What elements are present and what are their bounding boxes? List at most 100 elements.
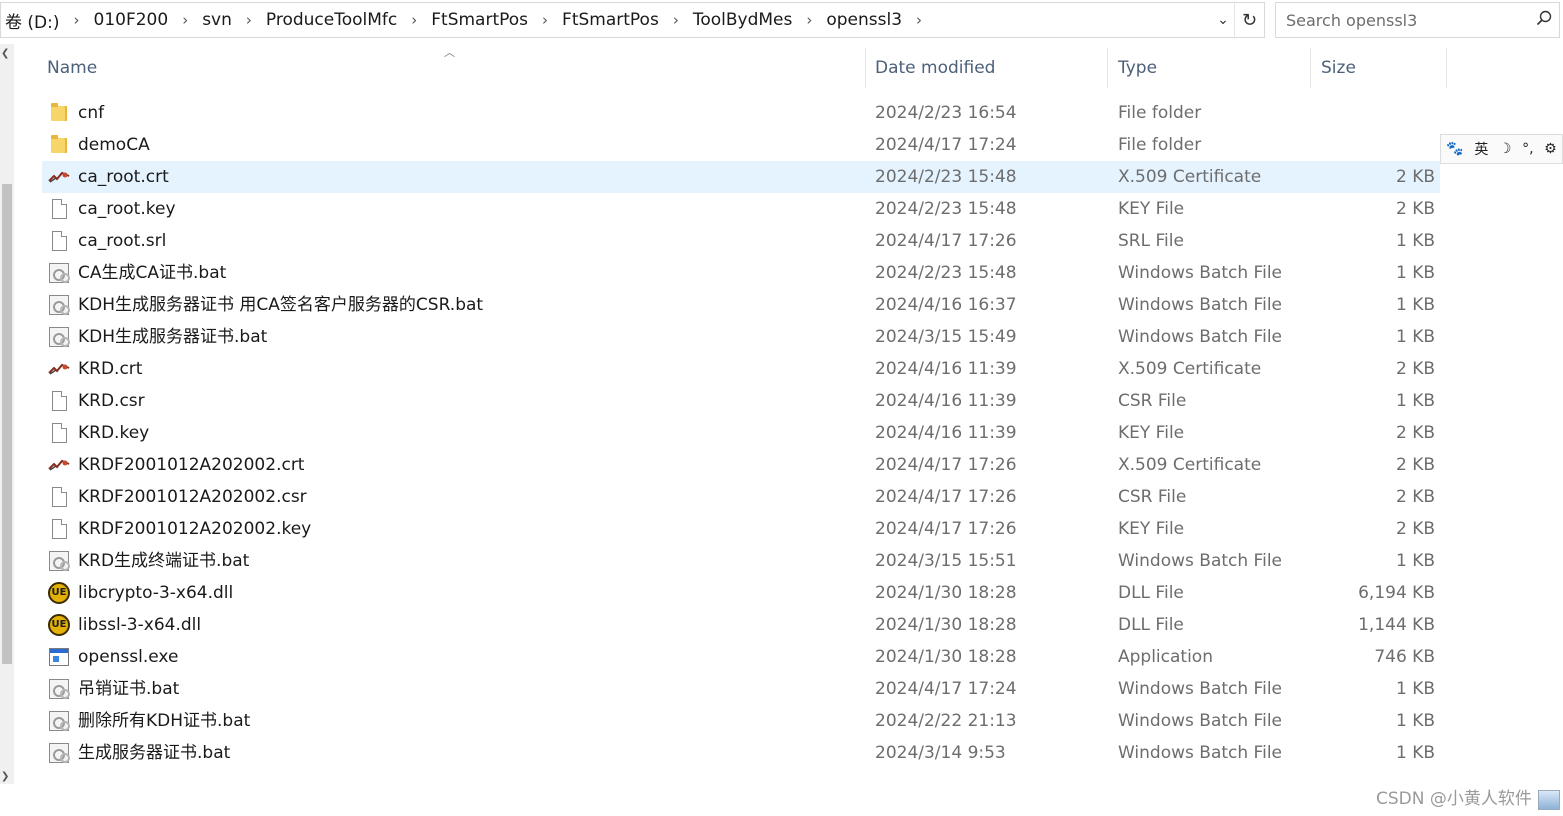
file-row[interactable]: KRDF2001012A202002.crt 2024/4/17 17:26 X.5… bbox=[42, 449, 1440, 481]
punctuation-icon[interactable]: °, bbox=[1522, 141, 1533, 157]
batch-file-icon bbox=[48, 257, 70, 289]
breadcrumb-chevron-right-icon[interactable]: › bbox=[796, 11, 822, 29]
file-name: KDH生成服务器证书.bat bbox=[78, 327, 268, 347]
file-type: Windows Batch File bbox=[1118, 551, 1283, 571]
breadcrumb-item[interactable]: 010F200 bbox=[90, 10, 173, 30]
file-type: DLL File bbox=[1118, 583, 1184, 603]
settings-gear-icon[interactable]: ⚙ bbox=[1544, 141, 1557, 157]
file-row[interactable]: KRD.csr 2024/4/16 11:39 CSR File 1 KB bbox=[42, 385, 1440, 417]
file-icon bbox=[48, 417, 70, 449]
file-date-modified: 2024/4/16 16:37 bbox=[875, 295, 1017, 315]
file-row[interactable]: KDH生成服务器证书 用CA签名客户服务器的CSR.bat 2024/4/16 1… bbox=[42, 289, 1440, 321]
ime-toolbar[interactable]: 🐾 英 ☽ °, ⚙ bbox=[1440, 134, 1563, 164]
column-divider[interactable] bbox=[1310, 48, 1311, 88]
folder-icon bbox=[48, 129, 70, 161]
file-row[interactable]: KRDF2001012A202002.key 2024/4/17 17:26 KEY… bbox=[42, 513, 1440, 545]
file-date-modified: 2024/2/22 21:13 bbox=[875, 711, 1017, 731]
file-row[interactable]: KRD.key 2024/4/16 11:39 KEY File 2 KB bbox=[42, 417, 1440, 449]
search-icon[interactable] bbox=[1529, 10, 1559, 30]
file-size: 1 KB bbox=[1395, 263, 1435, 283]
file-type: Windows Batch File bbox=[1118, 679, 1283, 699]
file-icon bbox=[48, 481, 70, 513]
file-row[interactable]: openssl.exe 2024/1/30 18:28 Application 746… bbox=[42, 641, 1440, 673]
file-row[interactable]: KRD.crt 2024/4/16 11:39 X.509 Certificate 2… bbox=[42, 353, 1440, 385]
ue-dll-icon: UE bbox=[48, 609, 70, 641]
file-size: 746 KB bbox=[1374, 647, 1435, 667]
file-type: X.509 Certificate bbox=[1118, 359, 1262, 379]
breadcrumb-item[interactable]: 卷 (D:) bbox=[1, 8, 64, 33]
breadcrumb-chevron-right-icon[interactable]: › bbox=[663, 11, 689, 29]
file-type: CSR File bbox=[1118, 391, 1187, 411]
breadcrumb-item[interactable]: ProduceToolMfc bbox=[262, 10, 401, 30]
scrollbar-thumb[interactable] bbox=[2, 184, 12, 664]
breadcrumb-item[interactable]: svn bbox=[198, 10, 236, 30]
batch-file-icon bbox=[48, 289, 70, 321]
breadcrumb-chevron-right-icon[interactable]: › bbox=[401, 11, 427, 29]
file-row[interactable]: ca_root.srl 2024/4/17 17:26 SRL File 1 KB bbox=[42, 225, 1440, 257]
column-header-name[interactable]: Name bbox=[40, 48, 97, 88]
paw-logo-icon[interactable]: 🐾 bbox=[1446, 141, 1463, 157]
breadcrumb-item[interactable]: FtSmartPos bbox=[427, 10, 532, 30]
file-row[interactable]: cnf 2024/2/23 16:54 File folder bbox=[42, 97, 1440, 129]
file-name: KDH生成服务器证书 用CA签名客户服务器的CSR.bat bbox=[78, 295, 484, 315]
address-bar[interactable]: 卷 (D:) › 010F200 › svn › ProduceToolMfc › FtSmar… bbox=[0, 2, 1265, 38]
file-row[interactable]: ca_root.crt 2024/2/23 15:48 X.509 Certific… bbox=[42, 161, 1440, 193]
breadcrumb-item[interactable]: openssl3 bbox=[822, 10, 906, 30]
file-name: 删除所有KDH证书.bat bbox=[78, 711, 251, 731]
file-type: X.509 Certificate bbox=[1118, 455, 1262, 475]
batch-file-icon bbox=[48, 545, 70, 577]
file-row[interactable]: KRDF2001012A202002.csr 2024/4/17 17:26 CSR… bbox=[42, 481, 1440, 513]
refresh-icon[interactable]: ↻ bbox=[1234, 3, 1264, 37]
file-date-modified: 2024/4/17 17:26 bbox=[875, 487, 1017, 507]
file-row[interactable]: UE libssl-3-x64.dll 2024/1/30 18:28 DLL Fil… bbox=[42, 609, 1440, 641]
breadcrumb-item[interactable]: ToolBydMes bbox=[689, 10, 797, 30]
scroll-up-icon[interactable]: ❮ bbox=[1, 48, 9, 59]
file-row[interactable]: demoCA 2024/4/17 17:24 File folder bbox=[42, 129, 1440, 161]
search-input[interactable] bbox=[1286, 10, 1529, 30]
file-size: 2 KB bbox=[1395, 455, 1435, 475]
column-divider[interactable] bbox=[865, 48, 866, 88]
file-row[interactable]: 吊销证书.bat 2024/4/17 17:24 Windows Batch Fil… bbox=[42, 673, 1440, 705]
column-divider[interactable] bbox=[1107, 48, 1108, 88]
file-type: File folder bbox=[1118, 135, 1202, 155]
file-row[interactable]: ca_root.key 2024/2/23 15:48 KEY File 2 KB bbox=[42, 193, 1440, 225]
search-box[interactable] bbox=[1275, 2, 1560, 38]
file-row[interactable]: UE libcrypto-3-x64.dll 2024/1/30 18:28 DLL … bbox=[42, 577, 1440, 609]
scroll-down-icon[interactable]: ❯ bbox=[1, 771, 9, 782]
address-history-chevron-down-icon[interactable]: ⌄ bbox=[1212, 12, 1234, 28]
moon-icon[interactable]: ☽ bbox=[1499, 141, 1512, 157]
file-row[interactable]: 删除所有KDH证书.bat 2024/2/22 21:13 Windows Batc… bbox=[42, 705, 1440, 737]
file-size: 2 KB bbox=[1395, 423, 1435, 443]
breadcrumb-chevron-right-icon[interactable]: › bbox=[64, 11, 90, 29]
column-header-size[interactable]: Size bbox=[1314, 48, 1356, 88]
file-icon bbox=[48, 193, 70, 225]
ue-dll-icon: UE bbox=[48, 577, 70, 609]
file-row[interactable]: KDH生成服务器证书.bat 2024/3/15 15:49 Windows Bat… bbox=[42, 321, 1440, 353]
column-divider[interactable] bbox=[1446, 48, 1447, 88]
file-date-modified: 2024/1/30 18:28 bbox=[875, 615, 1017, 635]
breadcrumb-chevron-right-icon[interactable]: › bbox=[236, 11, 262, 29]
file-row[interactable]: KRD生成终端证书.bat 2024/3/15 15:51 Windows Batc… bbox=[42, 545, 1440, 577]
file-name: ca_root.crt bbox=[78, 167, 169, 187]
column-header-type[interactable]: Type bbox=[1111, 48, 1157, 88]
file-name: demoCA bbox=[78, 135, 150, 155]
file-row[interactable]: CA生成CA证书.bat 2024/2/23 15:48 Windows Batch… bbox=[42, 257, 1440, 289]
ime-language-toggle[interactable]: 英 bbox=[1474, 139, 1488, 159]
file-size: 1 KB bbox=[1395, 327, 1435, 347]
vertical-scrollbar[interactable]: ❮ ❯ bbox=[0, 44, 14, 784]
file-type: File folder bbox=[1118, 103, 1202, 123]
application-icon bbox=[48, 641, 70, 673]
file-name: KRD生成终端证书.bat bbox=[78, 551, 250, 571]
breadcrumb-chevron-right-icon[interactable]: › bbox=[906, 11, 932, 29]
breadcrumb-chevron-right-icon[interactable]: › bbox=[532, 11, 558, 29]
file-type: Windows Batch File bbox=[1118, 743, 1283, 763]
file-name: 生成服务器证书.bat bbox=[78, 743, 231, 763]
certificate-icon bbox=[48, 449, 70, 481]
breadcrumb-chevron-right-icon[interactable]: › bbox=[172, 11, 198, 29]
breadcrumb-item[interactable]: FtSmartPos bbox=[558, 10, 663, 30]
file-row[interactable]: 生成服务器证书.bat 2024/3/14 9:53 Windows Batch F… bbox=[42, 737, 1440, 769]
column-header-date[interactable]: Date modified bbox=[868, 48, 995, 88]
file-size: 1 KB bbox=[1395, 679, 1435, 699]
file-size: 1 KB bbox=[1395, 711, 1435, 731]
file-name: KRDF2001012A202002.csr bbox=[78, 487, 307, 507]
